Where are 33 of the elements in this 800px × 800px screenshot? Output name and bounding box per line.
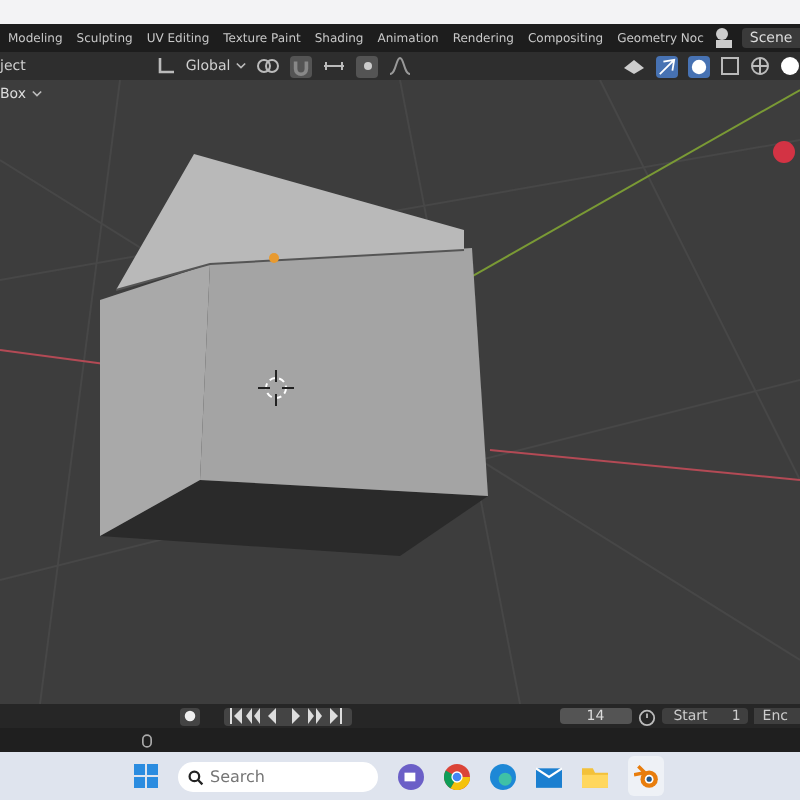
xray-icon[interactable] — [720, 56, 740, 76]
record-button[interactable] — [180, 707, 200, 725]
search-field[interactable]: Search — [178, 761, 378, 791]
origin-icon — [268, 252, 280, 264]
blender-taskbar-button[interactable] — [628, 756, 664, 796]
playback-icon — [228, 708, 348, 724]
windows-start-icon[interactable] — [134, 764, 158, 788]
gizmo-icon — [658, 57, 676, 75]
stopwatch-icon[interactable] — [637, 707, 656, 725]
dot-icon — [359, 58, 376, 74]
browser-icon[interactable] — [444, 763, 470, 789]
search-icon — [188, 769, 204, 785]
solid-shading-icon[interactable] — [780, 56, 800, 76]
visibility-icon[interactable] — [622, 56, 646, 76]
magnet-icon — [292, 57, 311, 75]
crosshair-icon — [256, 368, 296, 408]
proportional-toggle[interactable] — [356, 55, 379, 77]
link-icon[interactable] — [256, 56, 281, 76]
wireframe-icon[interactable] — [750, 56, 770, 76]
axes-icon — [155, 56, 176, 76]
playback-controls[interactable] — [224, 707, 352, 725]
chevron-icon — [236, 62, 247, 70]
overlay-toggle[interactable] — [688, 55, 710, 77]
snap-toggle[interactable] — [290, 55, 313, 77]
mail-icon[interactable] — [536, 763, 562, 789]
mouse-icon — [142, 733, 152, 747]
chat-icon[interactable] — [398, 763, 424, 789]
increment-icon[interactable] — [322, 56, 347, 76]
record-icon — [184, 710, 196, 722]
chevron-icon — [32, 90, 43, 98]
overlay-icon — [690, 57, 708, 75]
gizmo-toggle[interactable] — [656, 55, 678, 77]
falloff-icon[interactable] — [388, 56, 413, 76]
